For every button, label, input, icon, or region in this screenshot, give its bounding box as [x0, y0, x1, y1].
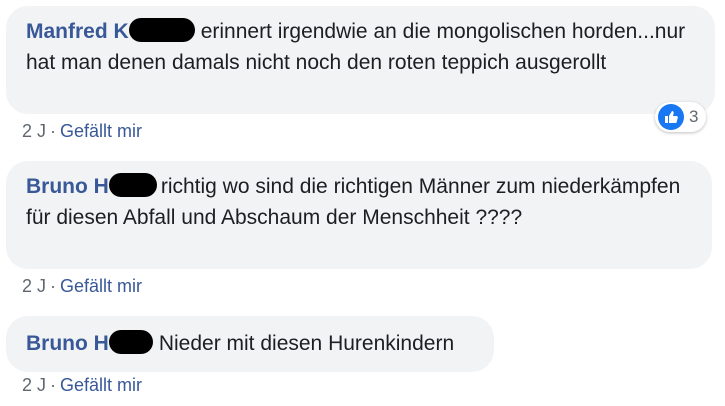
- comment-timestamp[interactable]: 2 J: [22, 121, 46, 141]
- redacted-name: [108, 173, 157, 197]
- comment-meta: 2 J · Gefällt mir: [22, 121, 142, 142]
- like-link[interactable]: Gefällt mir: [60, 276, 142, 296]
- separator-dot: ·: [50, 121, 57, 141]
- comment-text: Nieder mit diesen Hurenkindern: [158, 332, 455, 355]
- like-link[interactable]: Gefällt mir: [60, 375, 142, 395]
- separator-dot: ·: [50, 375, 57, 395]
- comment-author-name[interactable]: Manfred K: [26, 20, 129, 43]
- redacted-name: [108, 330, 153, 354]
- comment-author-name[interactable]: Bruno H: [26, 175, 109, 198]
- separator-dot: ·: [50, 276, 57, 296]
- comment-meta: 2 J · Gefällt mir: [22, 276, 142, 297]
- comment-timestamp[interactable]: 2 J: [22, 375, 46, 395]
- comment-bubble: Bruno Hrichtig wo sind die richtigen Män…: [6, 161, 712, 269]
- thumbs-up-icon: [658, 104, 684, 130]
- comment-bubble: Manfred Kerinnert irgendwie an die mongo…: [6, 6, 715, 114]
- comment-bubble: Bruno H Nieder mit diesen Hurenkindern: [6, 316, 494, 372]
- redacted-name: [128, 18, 195, 42]
- comment-author-name[interactable]: Bruno H: [26, 332, 109, 355]
- like-link[interactable]: Gefällt mir: [60, 121, 142, 141]
- reaction-badge[interactable]: 3: [655, 102, 707, 132]
- reaction-count: 3: [689, 107, 699, 126]
- comment-timestamp[interactable]: 2 J: [22, 276, 46, 296]
- comment-meta: 2 J · Gefällt mir: [22, 375, 142, 396]
